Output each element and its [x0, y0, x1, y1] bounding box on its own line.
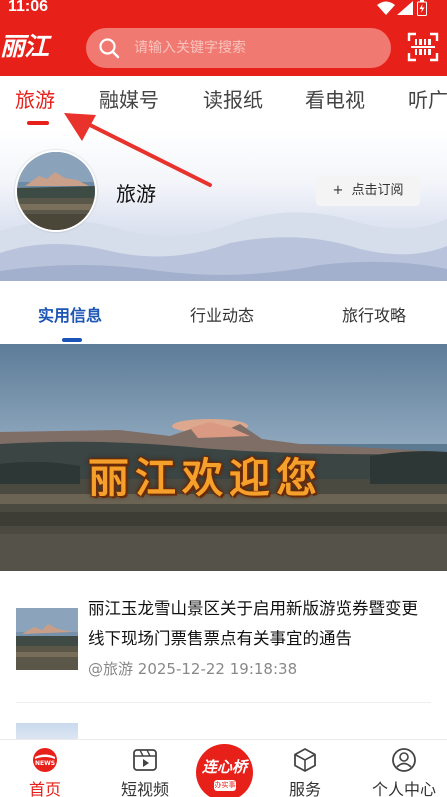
search-input[interactable] [134, 28, 384, 68]
subtab-indicator [62, 338, 82, 342]
channel-tab-radio[interactable]: 听广 [408, 86, 447, 114]
subtab-practical-info[interactable]: 实用信息 [38, 302, 102, 326]
lianxinqiao-sub-label: 办实事 [214, 780, 236, 791]
signal-icon [397, 1, 413, 15]
hero-banner[interactable]: 丽江欢迎您 [0, 344, 447, 571]
subtab-industry-news[interactable]: 行业动态 [190, 302, 254, 326]
nav-short-video[interactable]: 短视频 [105, 740, 185, 797]
hero-caption: 丽江欢迎您 [88, 454, 323, 502]
app-root: 11:06 丽江 旅游 融媒号 读报纸 看电视 听广 [0, 0, 447, 797]
video-icon [133, 749, 157, 771]
top-bar: 11:06 丽江 [0, 0, 447, 76]
plus-icon: + [332, 183, 344, 198]
nav-profile-label: 个人中心 [371, 780, 436, 797]
channel-tab-indicator [27, 121, 49, 125]
battery-icon [417, 0, 427, 16]
app-header: 丽江 [0, 22, 447, 76]
nav-home[interactable]: NEWS 首页 [5, 740, 85, 797]
lianxinqiao-badge[interactable]: 连心桥 办实事 [196, 744, 253, 797]
subtab-travel-guide[interactable]: 旅行攻略 [342, 302, 406, 326]
status-bar: 11:06 [0, 0, 447, 18]
channel-avatar [15, 150, 97, 232]
lijiang-logo: 丽江 [0, 32, 49, 61]
news-source: @旅游 [88, 660, 134, 678]
nav-home-label: 首页 [28, 780, 61, 797]
user-icon [392, 748, 416, 772]
status-icons [373, 0, 433, 16]
news-title: 丽江玉龙雪山景区关于启用新版游览券暨变更线下现场门票售票点有关事宜的通告 [88, 599, 418, 648]
news-home-icon: NEWS [33, 748, 57, 772]
channel-tab-media[interactable]: 融媒号 [99, 86, 159, 114]
news-meta: @旅游 2025-12-22 19:18:38 [88, 658, 297, 679]
news-datetime: 2025-12-22 19:18:38 [137, 660, 298, 678]
subscribe-label: 点击订阅 [351, 183, 404, 198]
search-icon [99, 38, 120, 59]
cube-icon [294, 748, 316, 772]
channel-tab-newspaper[interactable]: 读报纸 [203, 86, 263, 114]
list-divider [16, 702, 431, 703]
sub-tabs: 实用信息 行业动态 旅行攻略 [0, 282, 447, 344]
channel-tabs: 旅游 融媒号 读报纸 看电视 听广 [0, 76, 447, 130]
channel-tab-tv[interactable]: 看电视 [305, 86, 365, 114]
news-list-item[interactable]: 丽江玉龙雪山景区关于启用新版游览券暨变更线下现场门票售票点有关事宜的通告 @旅游… [0, 584, 447, 700]
channel-tab-travel[interactable]: 旅游 [15, 86, 55, 114]
wifi-icon [377, 1, 395, 15]
nav-short-video-label: 短视频 [120, 780, 169, 797]
news-thumbnail [16, 608, 78, 670]
nav-service[interactable]: 服务 [265, 740, 345, 797]
nav-service-label: 服务 [288, 780, 321, 797]
channel-title: 旅游 [116, 182, 156, 206]
svg-text:NEWS: NEWS [35, 760, 55, 767]
status-time: 11:06 [8, 0, 49, 15]
scan-qr-icon[interactable] [407, 32, 439, 62]
search-box[interactable] [86, 28, 391, 68]
lianxinqiao-label: 连心桥 [201, 758, 247, 776]
nav-profile[interactable]: 个人中心 [364, 740, 444, 797]
subscribe-button[interactable]: + 点击订阅 [316, 176, 420, 206]
